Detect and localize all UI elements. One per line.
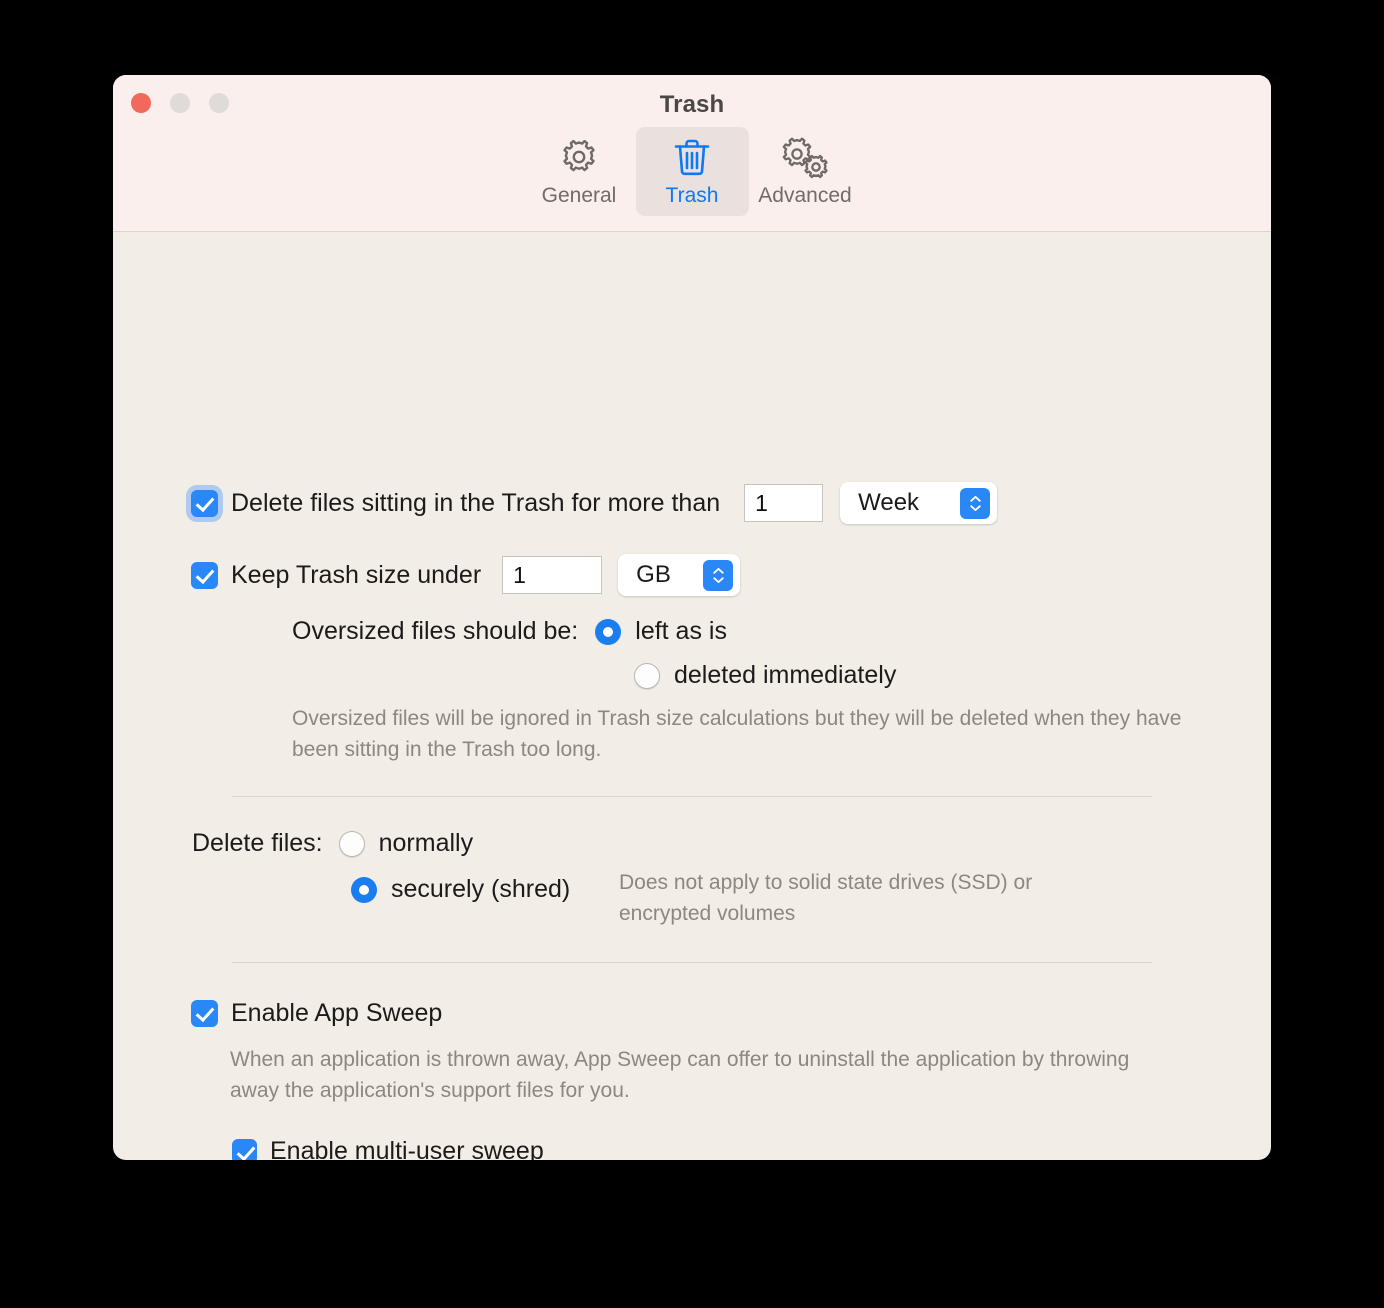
delete-after-label: Delete files sitting in the Trash for mo… — [231, 488, 721, 517]
gear-icon — [557, 137, 601, 177]
delete-mode-normally-radio[interactable] — [338, 830, 365, 857]
tab-advanced[interactable]: Advanced — [749, 127, 862, 216]
app-sweep-help-text: When an application is thrown away, App … — [230, 1044, 1180, 1106]
oversized-left-as-is-label: left as is — [635, 617, 727, 645]
app-sweep-help-line1: When an application is thrown away, App … — [230, 1048, 1045, 1071]
tab-general-label: General — [541, 184, 617, 207]
delete-after-unit-value: Week — [858, 489, 920, 516]
trash-can-icon — [672, 137, 712, 177]
delete-mode-help-line1: Does not apply to solid state drives (SS… — [619, 871, 1033, 894]
oversized-help-text: Oversized files will be ignored in Trash… — [292, 703, 1212, 765]
app-sweep-checkbox[interactable] — [191, 1000, 218, 1027]
double-gear-icon — [779, 137, 831, 179]
app-sweep-row: Enable App Sweep — [191, 999, 442, 1028]
multi-user-sweep-label: Enable multi-user sweep — [270, 1137, 544, 1160]
delete-after-checkbox[interactable] — [191, 489, 218, 517]
oversized-left-as-is-radio[interactable] — [595, 618, 622, 645]
oversized-deleted-immediately-label: deleted immediately — [674, 661, 897, 689]
delete-mode-help-text: Does not apply to solid state drives (SS… — [619, 867, 1119, 929]
delete-mode-securely-row: securely (shred) — [351, 875, 570, 904]
delete-mode-normally-label: normally — [378, 829, 474, 857]
delete-mode-securely-label: securely (shred) — [391, 875, 571, 903]
trash-size-label: Keep Trash size under — [231, 560, 482, 589]
trash-size-amount-input[interactable]: 1 — [502, 556, 603, 594]
oversized-deleted-immediately-radio[interactable] — [634, 662, 660, 689]
delete-mode-help-line2: encrypted volumes — [619, 902, 796, 925]
preferences-window: Trash General Trash Advanced Delete file… — [113, 75, 1271, 1160]
oversized-label-row: Oversized files should be: left as is — [292, 617, 727, 646]
stepper-icon[interactable] — [960, 487, 991, 519]
oversized-help-line1: Oversized files will be ignored in Trash… — [292, 707, 1085, 730]
tab-trash[interactable]: Trash — [635, 127, 749, 216]
oversized-deleted-row: deleted immediately — [634, 661, 896, 690]
app-sweep-label: Enable App Sweep — [231, 999, 443, 1027]
delete-after-amount-value: 1 — [755, 489, 768, 516]
multi-user-sweep-row: Enable multi-user sweep — [232, 1137, 544, 1160]
window-toolbar: Trash General Trash Advanced — [113, 75, 1271, 232]
delete-mode-securely-radio[interactable] — [351, 876, 377, 903]
trash-size-unit-value: GB — [636, 561, 671, 588]
stepper-icon[interactable] — [703, 559, 734, 591]
delete-after-unit-popup[interactable]: Week — [840, 482, 998, 524]
trash-size-row: Keep Trash size under 1 GB — [191, 554, 741, 596]
divider-top — [232, 796, 1152, 797]
settings-content: Delete files sitting in the Trash for mo… — [113, 232, 1271, 1160]
toolbar-tabs: General Trash Advanced — [113, 127, 1271, 216]
multi-user-sweep-checkbox[interactable] — [232, 1139, 257, 1160]
delete-mode-normally-row: Delete files: normally — [192, 829, 473, 858]
tab-trash-label: Trash — [665, 184, 719, 207]
delete-mode-label: Delete files: — [192, 829, 323, 857]
page-title: Trash — [659, 91, 725, 118]
oversized-label: Oversized files should be: — [292, 617, 579, 645]
trash-size-checkbox[interactable] — [191, 561, 218, 589]
trash-size-unit-popup[interactable]: GB — [618, 554, 741, 596]
tab-advanced-label: Advanced — [758, 184, 852, 207]
trash-size-amount-value: 1 — [513, 561, 526, 588]
delete-after-amount-input[interactable]: 1 — [744, 484, 824, 522]
delete-after-row: Delete files sitting in the Trash for mo… — [191, 482, 998, 524]
divider-bottom — [232, 962, 1152, 963]
tab-general[interactable]: General — [523, 127, 636, 216]
